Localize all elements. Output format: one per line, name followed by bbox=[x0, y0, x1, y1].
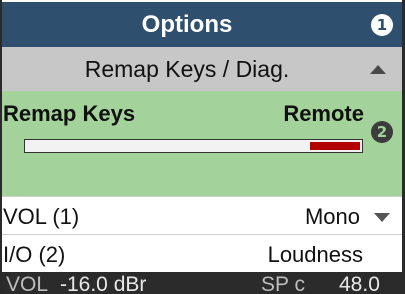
level-bar-fill bbox=[310, 142, 360, 150]
dropdown-arrow-icon[interactable] bbox=[374, 213, 390, 222]
status-sp-value: 48.0 bbox=[339, 273, 380, 294]
vol-row-value: Mono bbox=[304, 204, 360, 229]
submenu-label: Remap Keys / Diag. bbox=[84, 56, 290, 82]
status-bar: VOL -16.0 dBr SP c 48.0 bbox=[2, 272, 402, 294]
scroll-up-icon[interactable] bbox=[370, 65, 386, 74]
submenu-row[interactable]: Remap Keys / Diag. bbox=[2, 47, 402, 91]
step-badge-2: 2 bbox=[371, 121, 393, 143]
status-vol-value: -16.0 dBr bbox=[60, 273, 147, 294]
page-title: Options bbox=[141, 11, 233, 38]
io-row-label: I/O (2) bbox=[3, 242, 66, 267]
header-bar: Options 1 bbox=[2, 2, 402, 47]
level-bar-track[interactable] bbox=[24, 139, 363, 153]
vol-row-label: VOL (1) bbox=[3, 204, 80, 229]
row-separator bbox=[2, 234, 402, 235]
device-screen: Options 1 Remap Keys / Diag. Remap Keys … bbox=[2, 2, 402, 294]
step-badge-1: 1 bbox=[371, 14, 393, 36]
status-vol-label: VOL bbox=[6, 273, 49, 294]
status-sp-label: SP c bbox=[261, 273, 305, 294]
row-separator bbox=[2, 196, 402, 197]
remap-keys-label: Remap Keys bbox=[3, 101, 136, 126]
io-row-value: Loudness bbox=[267, 242, 363, 267]
remap-keys-value: Remote bbox=[283, 101, 364, 126]
